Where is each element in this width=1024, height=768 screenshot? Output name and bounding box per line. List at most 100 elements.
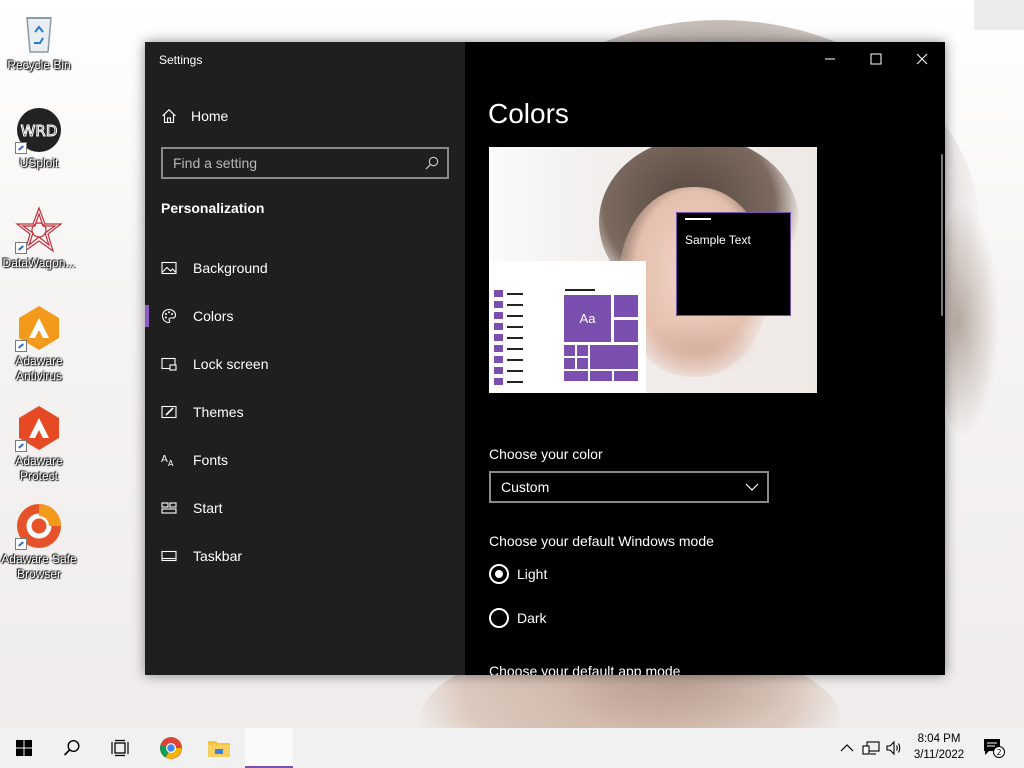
action-center-button[interactable]: 2: [978, 728, 1010, 768]
nav-item-colors[interactable]: Colors: [145, 292, 465, 340]
shortcut-arrow-icon: [15, 340, 27, 352]
preview-tile: [564, 345, 575, 356]
desktop-icon-recycle-bin[interactable]: Recycle Bin: [1, 8, 77, 73]
search-input[interactable]: [163, 149, 413, 177]
preview-sample-text: Sample Text: [685, 233, 751, 247]
preview-tile: [577, 358, 588, 369]
desktop-icon-adaware-protect[interactable]: Adaware Protect: [1, 404, 77, 484]
svg-text:A: A: [168, 459, 174, 468]
chrome-icon: [160, 737, 182, 759]
clock-date: 3/11/2022: [913, 749, 965, 761]
clock-time: 8:04 PM: [917, 733, 961, 745]
radio-light-circle[interactable]: [489, 564, 509, 584]
search-taskbar-button[interactable]: [48, 728, 96, 768]
lock-screen-icon: [161, 357, 177, 371]
preview-tile: [590, 345, 638, 369]
maximize-button[interactable]: [853, 42, 899, 76]
choose-color-label: Choose your color: [489, 446, 603, 462]
color-preview: Aa Sample Text: [489, 147, 817, 393]
nav-item-label: Fonts: [193, 452, 229, 468]
choose-color-dropdown[interactable]: Custom: [489, 471, 769, 503]
font-icon: A A: [161, 454, 174, 468]
preview-shade: [639, 317, 759, 377]
usploit-icon-text: WRD: [21, 122, 58, 140]
minimize-icon: [825, 58, 835, 60]
caption-buttons: [807, 42, 945, 76]
palette-icon: [161, 308, 177, 324]
settings-window: Settings Home Personalization Background: [145, 42, 945, 675]
desktop-icon-label: Adaware Antivirus: [15, 354, 63, 383]
recycle-bin-icon: [15, 8, 63, 56]
taskbar-clock[interactable]: 8:04 PM 3/11/2022: [904, 731, 974, 763]
nav-item-label: Colors: [193, 308, 234, 324]
usploit-icon: WRD: [15, 106, 63, 154]
radio-light[interactable]: Light: [489, 564, 547, 584]
nav-list: Background Colors Lock screen Themes A A…: [145, 244, 465, 580]
nav-home-label: Home: [191, 108, 229, 124]
task-view-button[interactable]: [96, 728, 144, 768]
choose-color-value: Custom: [501, 479, 550, 495]
maximize-icon: [870, 53, 882, 65]
settings-sidebar: Settings Home Personalization Background: [145, 42, 465, 675]
taskbar-icon: [161, 550, 177, 562]
nav-item-label: Start: [193, 500, 223, 516]
radio-dark[interactable]: Dark: [489, 608, 547, 628]
wallpaper-edge: [940, 200, 1000, 440]
network-tray-button[interactable]: [860, 728, 882, 768]
preview-tile: [590, 371, 612, 381]
nav-item-label: Background: [193, 260, 268, 276]
desktop-icon-usploit[interactable]: WRD USploit: [1, 106, 77, 171]
nav-item-taskbar[interactable]: Taskbar: [145, 532, 465, 580]
file-explorer-taskbar-button[interactable]: [195, 728, 243, 768]
desktop-icon-label: USploit: [19, 156, 59, 170]
close-button[interactable]: [899, 42, 945, 76]
volume-icon: [886, 740, 901, 756]
settings-app-icon: [259, 738, 279, 758]
adaware-safe-browser-icon: [15, 502, 63, 550]
adaware-antivirus-icon: [15, 304, 63, 352]
preview-start-menu: Aa: [489, 261, 646, 393]
radio-dark-circle[interactable]: [489, 608, 509, 628]
nav-item-label: Taskbar: [193, 548, 243, 564]
nav-item-label: Themes: [193, 404, 244, 420]
minimize-button[interactable]: [807, 42, 853, 76]
chevron-up-icon: [840, 744, 854, 752]
preview-window: Sample Text: [676, 212, 791, 316]
nav-item-start[interactable]: Start: [145, 484, 465, 532]
volume-tray-button[interactable]: [884, 728, 906, 768]
close-icon: [916, 53, 928, 65]
nav-item-themes[interactable]: Themes: [145, 388, 465, 436]
chrome-taskbar-button[interactable]: [147, 728, 195, 768]
desktop-icon-adaware-safe-browser[interactable]: Adaware Safe Browser: [1, 502, 77, 582]
home-icon: [162, 109, 176, 124]
nav-item-fonts[interactable]: A A Fonts: [145, 436, 465, 484]
app-mode-label: Choose your default app mode: [489, 663, 681, 675]
start-tiles-icon: [161, 502, 177, 514]
desktop-icon-datawagon[interactable]: DataWagon...: [1, 206, 77, 271]
start-button[interactable]: [0, 728, 48, 768]
desktop-icon-label: DataWagon...: [2, 256, 76, 270]
nav-item-lock-screen[interactable]: Lock screen: [145, 340, 465, 388]
show-hidden-icons-button[interactable]: [838, 728, 856, 768]
datawagon-icon: [15, 206, 63, 254]
network-icon: [862, 741, 880, 755]
settings-content: Colors Aa Sample Text Choose your color …: [465, 42, 945, 675]
scrollbar-thumb[interactable]: [941, 154, 943, 316]
window-title: Settings: [159, 53, 203, 67]
nav-item-background[interactable]: Background: [145, 244, 465, 292]
preview-tile-large: Aa: [564, 295, 611, 342]
notification-icon: 2: [984, 739, 1005, 758]
nav-item-label: Lock screen: [193, 356, 269, 372]
picture-icon: [161, 261, 177, 275]
search-icon[interactable]: [425, 156, 439, 170]
desktop-icon-adaware-antivirus[interactable]: Adaware Antivirus: [1, 304, 77, 384]
svg-text:A: A: [161, 454, 168, 465]
adaware-protect-icon: [15, 404, 63, 452]
search-box[interactable]: [161, 147, 449, 179]
taskbar: 8:04 PM 3/11/2022 2: [0, 728, 1024, 768]
preview-tile: [577, 345, 588, 356]
windows-mode-label: Choose your default Windows mode: [489, 533, 714, 549]
page-title: Colors: [488, 98, 569, 129]
settings-taskbar-button[interactable]: [245, 728, 293, 768]
nav-home[interactable]: Home: [161, 104, 228, 128]
